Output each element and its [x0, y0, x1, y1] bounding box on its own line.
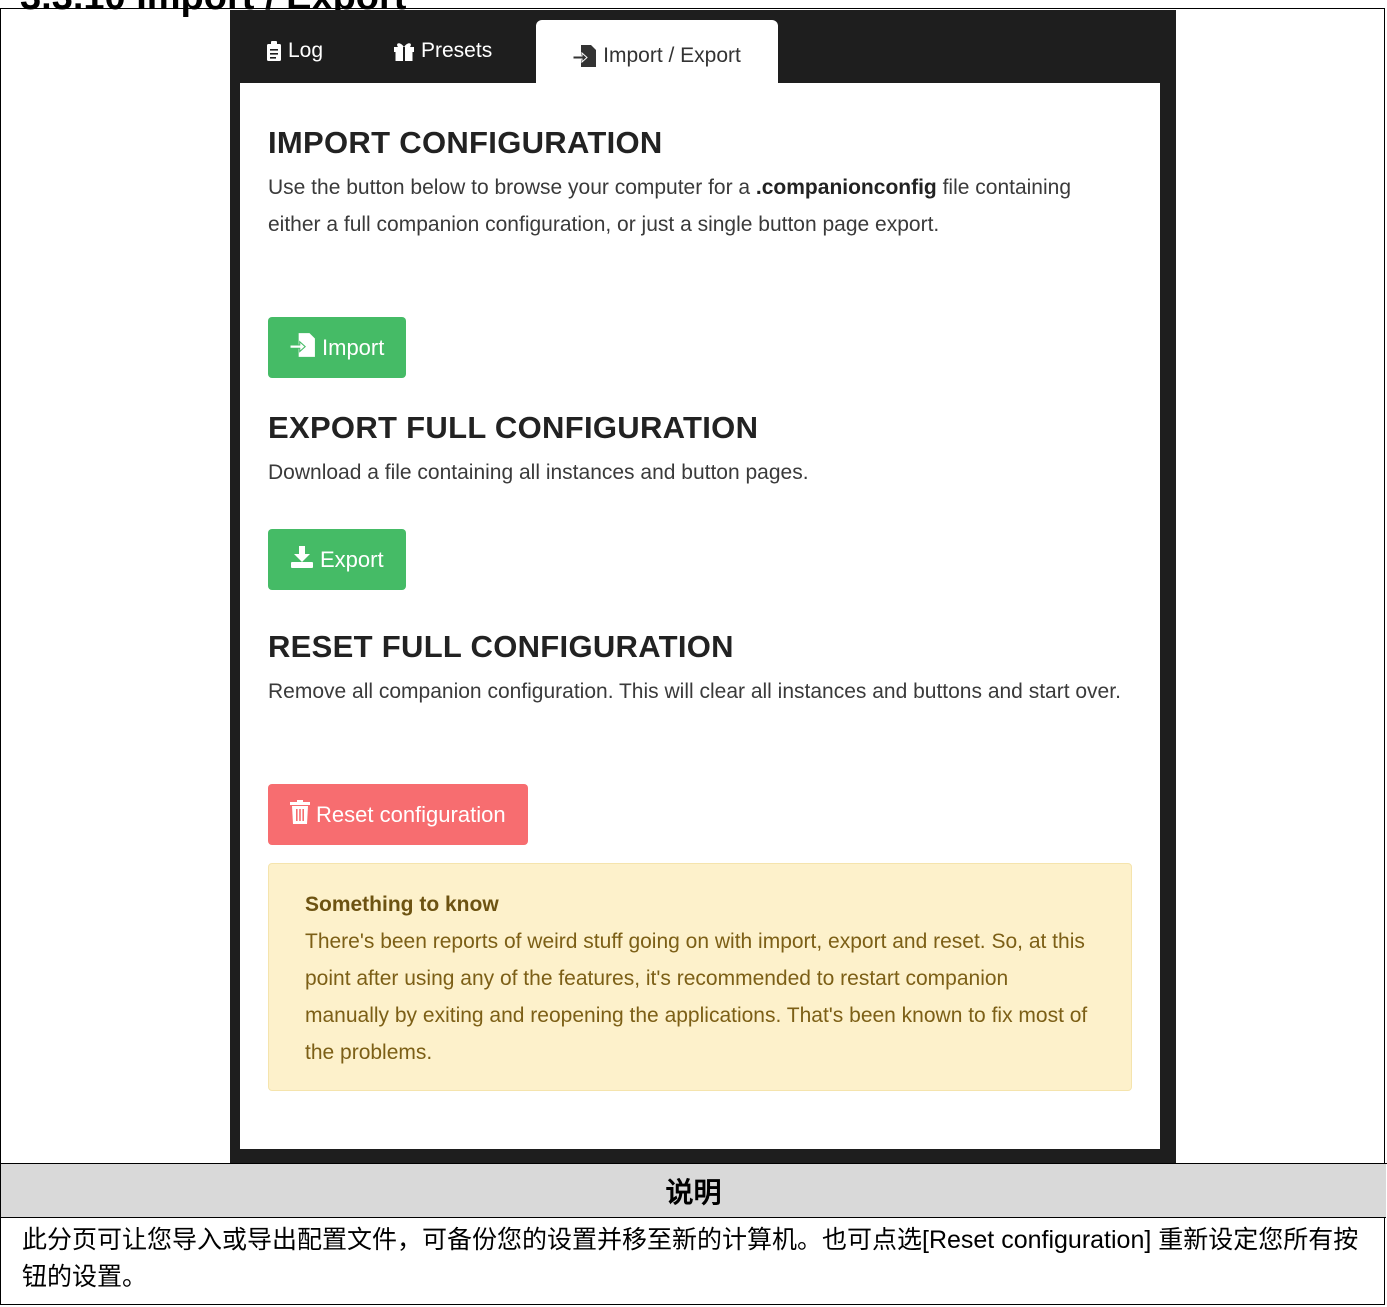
reset-description: Remove all companion configuration. This…	[268, 680, 1121, 703]
tab-log[interactable]: Log	[266, 21, 323, 81]
export-button-label: Export	[320, 546, 384, 572]
trash-icon	[290, 799, 310, 830]
description-text: 此分页可让您导入或导出配置文件，可备份您的设置并移至新的计算机。也可点选[Res…	[22, 1226, 1359, 1291]
tab-presets[interactable]: Presets	[393, 21, 492, 81]
notice-text: There's been reports of weird stuff goin…	[305, 930, 1088, 1064]
import-heading: IMPORT CONFIGURATION	[268, 125, 663, 160]
reset-configuration-button[interactable]: Reset configuration	[268, 784, 528, 845]
reset-button-label: Reset configuration	[316, 801, 506, 827]
gift-icon	[393, 41, 415, 61]
export-description: Download a file containing all instances…	[268, 461, 809, 484]
caption-header: 说明	[1, 1164, 1386, 1218]
download-icon	[290, 545, 314, 574]
file-import-icon	[573, 45, 597, 67]
export-heading: EXPORT FULL CONFIGURATION	[268, 410, 759, 445]
file-import-icon	[289, 332, 316, 363]
import-button[interactable]: Import	[268, 317, 407, 378]
import-description: Use the button below to browse your comp…	[268, 176, 1072, 236]
tab-presets-label: Presets	[421, 39, 493, 62]
import-export-panel: IMPORT CONFIGURATION Use the button belo…	[240, 83, 1160, 1149]
tab-import-export-label: Import / Export	[603, 44, 741, 67]
file-extension: .companionconfig	[755, 176, 937, 199]
reset-heading: RESET FULL CONFIGURATION	[268, 629, 734, 664]
clipboard-icon	[266, 41, 282, 61]
import-button-label: Import	[322, 334, 385, 360]
export-button[interactable]: Export	[268, 529, 406, 590]
tab-import-export[interactable]: Import / Export	[536, 20, 778, 92]
notice-title: Something to know	[305, 893, 499, 916]
app-screenshot: Log Presets Import / Export IMPORT CONFI…	[230, 10, 1176, 1163]
notice-box: Something to know There's been reports o…	[268, 863, 1132, 1091]
tab-log-label: Log	[288, 39, 324, 62]
